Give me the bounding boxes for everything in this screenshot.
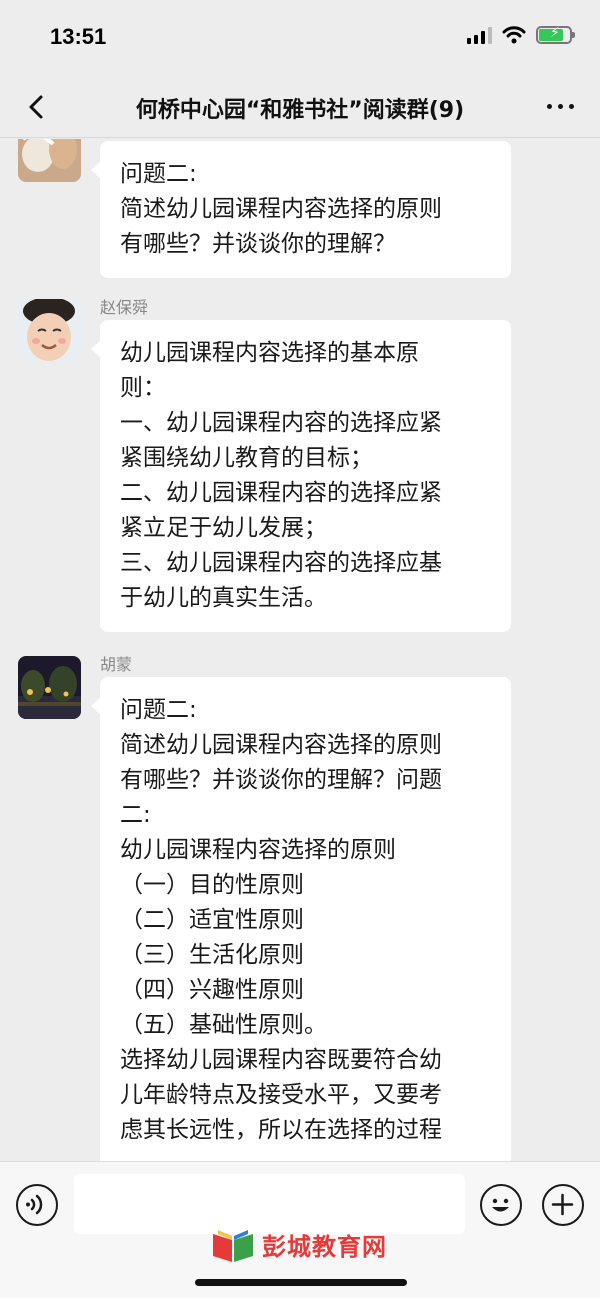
chat-messages[interactable]: 问题二: 简述幼儿园课程内容选择的原则 有哪些？并谈谈你的理解？ 赵保舜 幼儿园… xyxy=(0,139,600,1161)
message-bubble[interactable]: 幼儿园课程内容选择的基本原 则： 一、幼儿园课程内容的选择应紧 紧围绕幼儿教育的… xyxy=(91,320,511,632)
avatar[interactable] xyxy=(18,139,81,182)
signal-icon xyxy=(467,26,492,44)
ellipsis-icon[interactable] xyxy=(547,104,574,109)
watermark: 彭城教育网 xyxy=(210,1224,400,1264)
message-bubble[interactable]: 问题二: 简述幼儿园课程内容选择的原则 有哪些？并谈谈你的理解？ xyxy=(91,141,511,278)
chat-header: 何桥中心园“和雅书社”阅读群(9) xyxy=(0,78,600,138)
input-bar: 彭城教育网 xyxy=(0,1161,600,1298)
home-indicator xyxy=(195,1279,407,1286)
sender-name: 胡蒙 xyxy=(100,655,133,674)
sender-name: 赵保舜 xyxy=(100,298,149,317)
message-bubble[interactable]: 问题二: 简述幼儿园课程内容选择的原则 有哪些？并谈谈你的理解？问题 二: 幼儿… xyxy=(91,677,511,1161)
emoji-icon[interactable] xyxy=(480,1184,522,1226)
status-bar: 13:51 ⚡ xyxy=(0,0,600,78)
battery-icon: ⚡ xyxy=(536,25,575,44)
voice-icon[interactable] xyxy=(16,1184,58,1226)
status-icons: ⚡ xyxy=(467,25,575,44)
plus-icon[interactable] xyxy=(542,1184,584,1226)
avatar[interactable] xyxy=(18,299,81,362)
wifi-icon xyxy=(502,26,526,44)
status-time: 13:51 xyxy=(50,24,107,49)
chat-title: 何桥中心园“和雅书社”阅读群(9) xyxy=(135,98,465,123)
chevron-left-icon[interactable] xyxy=(22,92,52,122)
watermark-text: 彭城教育网 xyxy=(262,1232,387,1261)
avatar[interactable] xyxy=(18,656,81,719)
book-logo-icon xyxy=(213,1230,253,1262)
